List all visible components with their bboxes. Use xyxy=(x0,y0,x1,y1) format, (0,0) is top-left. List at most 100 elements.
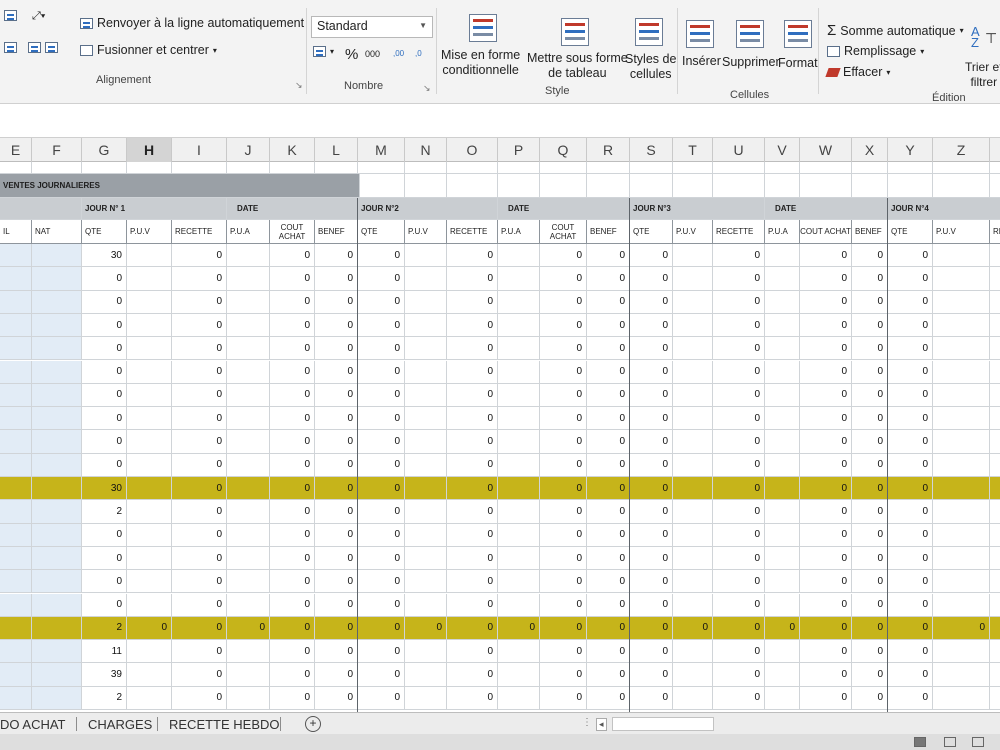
column-header-u[interactable]: U xyxy=(713,138,765,162)
data-cell[interactable]: 0 xyxy=(315,453,358,477)
data-cell[interactable]: 0 xyxy=(172,383,227,408)
grid-cell[interactable] xyxy=(933,162,990,174)
grid-cell[interactable] xyxy=(713,174,765,198)
data-cell[interactable]: 0 xyxy=(888,663,933,687)
grid-cell[interactable] xyxy=(0,162,32,174)
insert-cells-button[interactable]: Insérer xyxy=(682,54,721,68)
data-cell[interactable]: 0 xyxy=(447,570,498,594)
data-cell[interactable] xyxy=(498,313,540,338)
data-cell[interactable]: 0 xyxy=(358,546,405,571)
data-cell[interactable]: 0 xyxy=(852,453,888,477)
data-cell[interactable] xyxy=(990,570,1000,594)
data-cell[interactable]: 0 xyxy=(358,663,405,687)
data-cell[interactable]: 0 xyxy=(315,523,358,547)
data-cell[interactable]: 0 xyxy=(358,686,405,710)
data-cell[interactable] xyxy=(673,593,713,617)
grid-cell[interactable] xyxy=(447,162,498,174)
data-cell[interactable]: 0 xyxy=(358,477,405,501)
data-cell[interactable]: 0 xyxy=(800,453,852,477)
data-cell[interactable]: 0 xyxy=(888,313,933,338)
data-cell[interactable] xyxy=(933,523,990,547)
fill-button[interactable]: Remplissage ▾ xyxy=(827,44,924,58)
data-cell[interactable] xyxy=(127,570,172,594)
data-cell[interactable]: 0 xyxy=(888,640,933,664)
data-cell[interactable]: 0 xyxy=(82,407,127,431)
data-cell[interactable]: 0 xyxy=(172,663,227,687)
data-cell[interactable]: 2 xyxy=(82,616,127,641)
data-cell[interactable] xyxy=(765,360,800,384)
grid-cell[interactable] xyxy=(0,244,32,268)
data-cell[interactable] xyxy=(765,407,800,431)
data-cell[interactable] xyxy=(673,523,713,547)
data-cell[interactable]: 0 xyxy=(800,477,852,501)
data-cell[interactable]: 0 xyxy=(358,313,405,338)
data-cell[interactable] xyxy=(498,290,540,314)
column-header-p[interactable]: P xyxy=(498,138,540,162)
data-cell[interactable]: 0 xyxy=(315,383,358,408)
data-cell[interactable]: 0 xyxy=(800,523,852,547)
data-cell[interactable] xyxy=(405,546,447,571)
data-cell[interactable]: 0 xyxy=(270,500,315,524)
data-cell[interactable] xyxy=(127,546,172,571)
data-cell[interactable]: 0 xyxy=(447,640,498,664)
grid-cell[interactable] xyxy=(405,174,447,198)
normal-view-icon[interactable] xyxy=(914,737,926,747)
data-cell[interactable] xyxy=(405,453,447,477)
grid-cell[interactable] xyxy=(32,453,82,477)
data-cell[interactable] xyxy=(673,244,713,268)
data-cell[interactable]: 0 xyxy=(447,686,498,710)
data-cell[interactable]: 0 xyxy=(852,570,888,594)
column-header-f[interactable]: F xyxy=(32,138,82,162)
data-cell[interactable] xyxy=(127,383,172,408)
data-cell[interactable]: 0 xyxy=(315,267,358,291)
data-cell[interactable]: 0 xyxy=(540,267,587,291)
column-header-k[interactable]: K xyxy=(270,138,315,162)
data-cell[interactable]: 0 xyxy=(888,546,933,571)
grid-cell[interactable] xyxy=(0,453,32,477)
data-cell[interactable]: 0 xyxy=(800,244,852,268)
data-cell[interactable] xyxy=(673,430,713,454)
data-cell[interactable]: 0 xyxy=(172,313,227,338)
data-cell[interactable]: 0 xyxy=(540,290,587,314)
data-cell[interactable] xyxy=(933,313,990,338)
data-cell[interactable] xyxy=(990,361,1000,384)
grid-cell[interactable] xyxy=(227,162,270,174)
data-cell[interactable]: 0 xyxy=(358,523,405,547)
data-cell[interactable]: 0 xyxy=(447,290,498,314)
data-cell[interactable]: 0 xyxy=(630,244,673,268)
data-cell[interactable] xyxy=(933,430,990,454)
data-cell[interactable] xyxy=(127,686,172,710)
data-cell[interactable] xyxy=(673,570,713,594)
data-cell[interactable] xyxy=(227,337,270,361)
data-cell[interactable]: 0 xyxy=(800,383,852,408)
data-cell[interactable]: 0 xyxy=(800,290,852,314)
data-cell[interactable]: 0 xyxy=(800,313,852,338)
data-cell[interactable]: 0 xyxy=(852,593,888,617)
data-cell[interactable]: 0 xyxy=(713,453,765,477)
data-cell[interactable] xyxy=(933,686,990,710)
grid-cell[interactable] xyxy=(765,174,800,198)
data-cell[interactable]: 0 xyxy=(587,477,630,501)
data-cell[interactable] xyxy=(498,383,540,408)
data-cell[interactable]: 0 xyxy=(172,570,227,594)
data-cell[interactable] xyxy=(405,383,447,408)
data-cell[interactable] xyxy=(405,290,447,314)
data-cell[interactable]: 0 xyxy=(888,360,933,384)
data-cell[interactable] xyxy=(405,477,447,501)
column-header-h[interactable]: H xyxy=(127,138,172,162)
data-cell[interactable]: 0 xyxy=(540,313,587,338)
data-cell[interactable]: 0 xyxy=(315,686,358,710)
grid-cell[interactable] xyxy=(800,162,852,174)
data-cell[interactable] xyxy=(765,477,800,501)
data-cell[interactable]: 0 xyxy=(315,407,358,431)
grid-cell[interactable] xyxy=(0,686,32,710)
data-cell[interactable]: 0 xyxy=(270,383,315,408)
data-cell[interactable] xyxy=(765,523,800,547)
data-cell[interactable]: 0 xyxy=(713,430,765,454)
grid-cell[interactable] xyxy=(673,174,713,198)
data-cell[interactable]: 0 xyxy=(852,477,888,501)
data-cell[interactable]: 0 xyxy=(540,616,587,641)
data-cell[interactable]: 0 xyxy=(358,570,405,594)
data-cell[interactable] xyxy=(765,686,800,710)
data-cell[interactable]: 0 xyxy=(713,407,765,431)
